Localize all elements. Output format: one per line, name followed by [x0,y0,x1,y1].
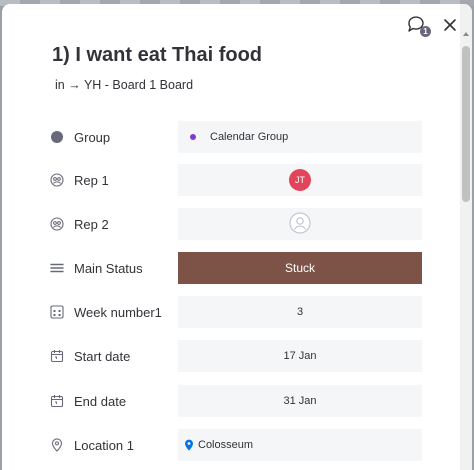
calendar-icon [50,394,64,408]
column-row-rep1: Rep 1 JT [50,164,422,196]
column-row-location: Location 1 Colosseum [50,429,422,461]
scrollbar-thumb[interactable] [462,46,470,202]
location-value: Colosseum [198,439,254,451]
location-cell[interactable]: Colosseum [178,429,422,461]
item-title[interactable]: 1) I want eat Thai food [52,44,262,67]
column-label-rep2: Rep 2 [74,216,109,232]
people-icon [50,217,64,231]
avatar[interactable]: JT [289,169,311,191]
group-cell[interactable]: Calendar Group [178,121,422,153]
rep2-cell[interactable] [178,208,422,240]
column-label-main-status: Main Status [74,260,143,276]
column-label-week-number: Week number1 [74,304,162,320]
column-row-group: Group Calendar Group [50,121,422,153]
scrollbar[interactable] [460,4,472,470]
column-row-rep2: Rep 2 [50,208,422,240]
start-date-cell[interactable]: 17 Jan [178,340,422,372]
group-color-dot [190,134,196,140]
modal-header-actions: 1 [406,15,458,37]
column-row-end-date: End date 31 Jan [50,385,422,417]
column-label-start-date: Start date [74,348,131,364]
column-row-start-date: Start date 17 Jan [50,340,422,372]
group-value: Calendar Group [210,131,289,143]
week-number-cell[interactable]: 3 [178,296,422,328]
location-pin-icon [184,439,194,451]
circle-icon [50,130,64,144]
numbers-icon [50,305,64,319]
scroll-up-arrow-icon[interactable] [463,32,469,36]
breadcrumb[interactable]: in → YH - Board 1 Board [55,78,193,92]
rep1-cell[interactable]: JT [178,164,422,196]
column-label-end-date: End date [74,393,127,409]
status-cell[interactable]: Stuck [178,252,422,284]
calendar-icon [50,349,64,363]
column-row-week-number: Week number1 3 [50,296,422,328]
end-date-cell[interactable]: 31 Jan [178,385,422,417]
column-label-location: Location 1 [74,437,134,453]
people-icon [50,173,64,187]
column-row-main-status: Main Status Stuck [50,252,422,284]
status-lines-icon [50,261,64,275]
location-pin-icon [50,438,64,452]
empty-person-icon[interactable] [289,211,311,237]
updates-icon[interactable]: 1 [406,15,431,37]
column-label-rep1: Rep 1 [74,172,109,188]
updates-count-badge: 1 [420,26,431,37]
column-label-group: Group [74,129,111,145]
item-card-modal: 1 1) I want eat Thai food in → YH - Boar… [2,4,472,470]
close-icon[interactable] [442,17,458,33]
